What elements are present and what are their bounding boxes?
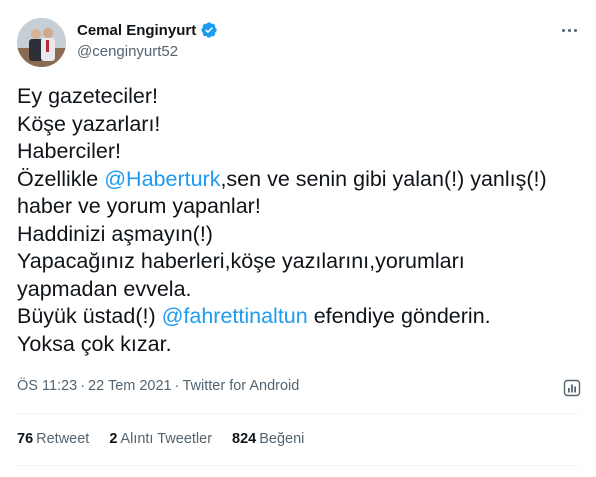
tweet-line: Yoksa çok kızar. <box>17 331 582 359</box>
author-name-row[interactable]: Cemal Enginyurt <box>77 21 218 39</box>
tweet-text-segment: Haddinizi aşmayın(!) <box>17 221 213 246</box>
tweet-text-segment: Yapacağınız haberleri,köşe yazılarını,yo… <box>17 249 465 273</box>
divider <box>17 413 579 414</box>
tweet-line: Özellikle @Haberturk,sen ve senin gibi y… <box>17 166 582 194</box>
tweet-date[interactable]: 22 Tem 2021 <box>88 378 172 394</box>
tweet-text: Ey gazeteciler! Köşe yazarları! Haberciler… <box>17 83 582 358</box>
tweet-time[interactable]: ÖS 11:23 <box>17 378 77 394</box>
tweet-text-segment: Köşe yazarları! <box>17 111 161 136</box>
avatar[interactable] <box>17 18 66 67</box>
avatar-photo-icon <box>17 18 66 67</box>
tweet-text-segment: ,sen ve senin gibi yalan(!) yanlış(!) <box>220 166 547 191</box>
verified-badge-icon <box>201 22 217 38</box>
mention-link[interactable]: @fahrettinaltun <box>162 304 308 328</box>
tweet-text-segment: yapmadan evvela. <box>17 276 192 301</box>
tweet-line: Haberciler! <box>17 138 582 166</box>
meta-separator: · <box>80 378 86 394</box>
meta-separator: · <box>174 378 180 394</box>
tweet-card: Cemal Enginyurt @cenginyurt52 Ey gazetec… <box>0 0 596 477</box>
tweet-line: haber ve yorum yapanlar! <box>17 193 582 221</box>
tweet-text-segment: Haberciler! <box>17 139 121 163</box>
tweet-line: Haddinizi aşmayın(!) <box>17 221 582 249</box>
tweet-text-segment: efendiye gönderin. <box>307 304 491 328</box>
tweet-line: Ey gazeteciler! <box>17 83 582 111</box>
tweet-line: yapmadan evvela. <box>17 276 582 304</box>
more-options-icon[interactable] <box>558 22 580 38</box>
quote-tweet-count[interactable]: 2 Alıntı Tweetler <box>109 431 212 447</box>
tweet-text-segment: Yoksa çok kızar. <box>17 331 172 356</box>
tweet-text-segment: haber ve yorum yapanlar! <box>17 194 261 218</box>
like-count[interactable]: 824 Beğeni <box>232 431 304 447</box>
divider <box>17 465 579 466</box>
tweet-text-segment: Ey gazeteciler! <box>17 84 159 108</box>
tweet-text-segment: Özellikle <box>17 166 105 191</box>
mention-link[interactable]: @Haberturk <box>104 167 220 191</box>
tweet-line: Köşe yazarları! <box>17 111 582 139</box>
tweet-text-segment: Büyük üstad(!) <box>17 304 162 328</box>
retweet-count[interactable]: 76 Retweet <box>17 431 89 447</box>
tweet-line: Büyük üstad(!) @fahrettinaltun efendiye … <box>17 303 582 331</box>
tweet-source[interactable]: Twitter for Android <box>182 378 299 394</box>
display-name[interactable]: Cemal Enginyurt <box>77 22 196 39</box>
author-handle[interactable]: @cenginyurt52 <box>77 43 178 60</box>
tweet-meta: ÖS 11:23 · 22 Tem 2021 · Twitter for Android <box>17 378 299 394</box>
analytics-icon[interactable] <box>562 378 582 398</box>
tweet-stats: 76 Retweet 2 Alıntı Tweetler 824 Beğeni <box>17 431 324 447</box>
tweet-line: Yapacağınız haberleri,köşe yazılarını,yo… <box>17 248 582 276</box>
